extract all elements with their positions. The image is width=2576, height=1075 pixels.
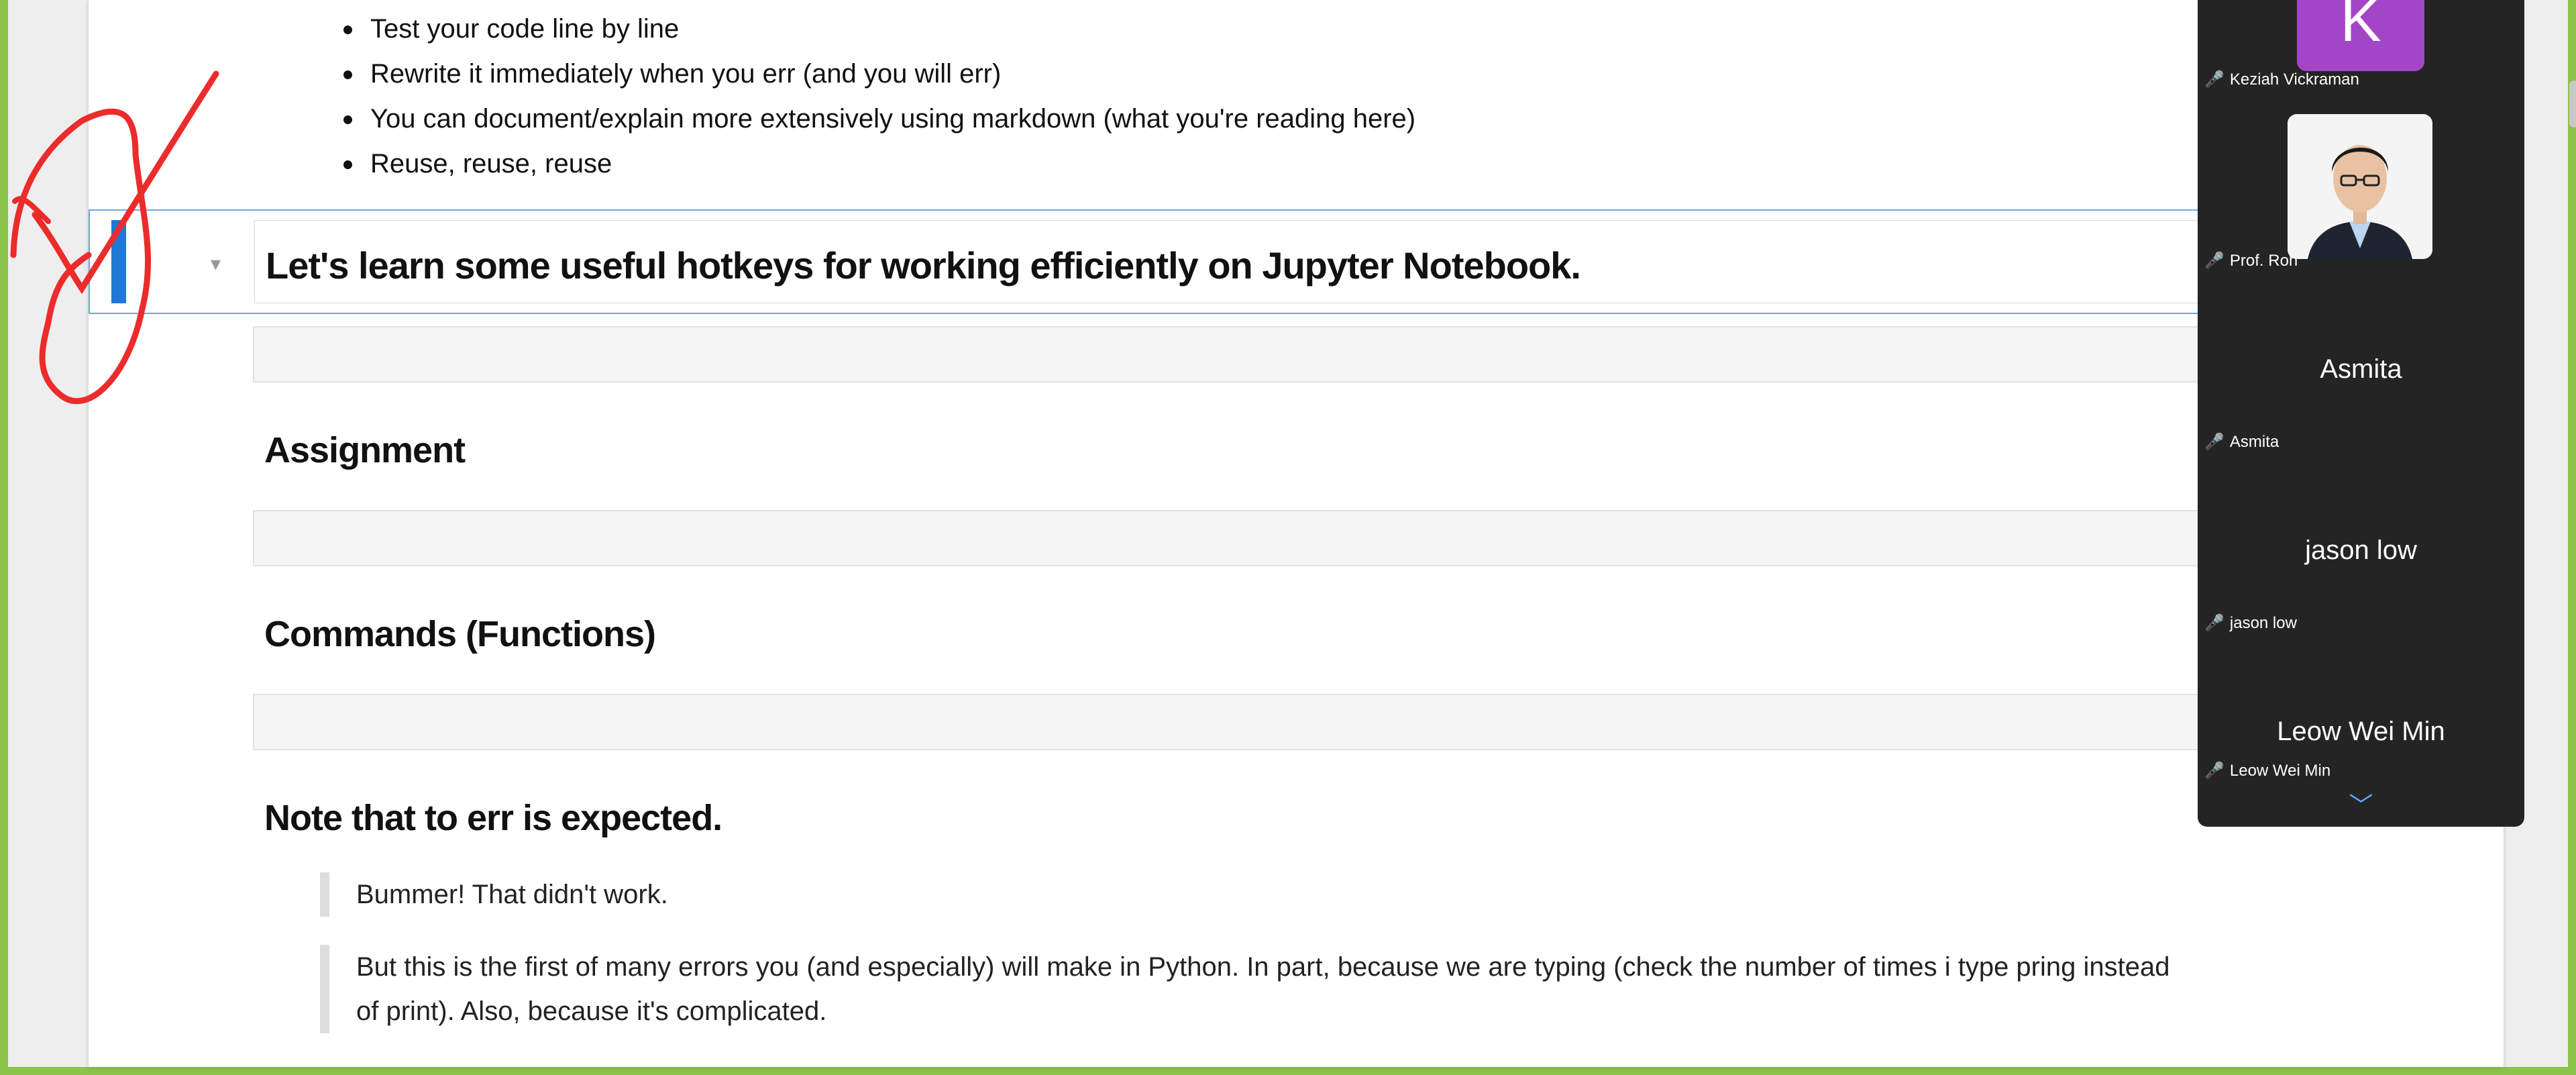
participant-label: 🎤 jason low xyxy=(2204,614,2297,632)
list-item: Test your code line by line xyxy=(343,7,1415,52)
heading-note: Note that to err is expected. xyxy=(264,798,722,838)
bullet-list: Test your code line by line Rewrite it i… xyxy=(343,7,1415,187)
markdown-cell-content[interactable]: Let's learn some useful hotkeys for work… xyxy=(254,220,2468,303)
participant-tile[interactable]: 🎤 Prof. Roh xyxy=(2198,0,2524,270)
participants-panel: K 🎤Keziah Vickraman 🎤Prof. Roh Asmita xyxy=(2198,0,2524,827)
avatar xyxy=(2288,114,2432,259)
window-frame: Test your code line by line Rewrite it i… xyxy=(8,0,2576,1067)
blockquote: But this is the first of many errors you… xyxy=(320,945,2169,1033)
quote-text: But this is the first of many errors you… xyxy=(356,952,2170,982)
muted-mic-icon: 🎤 xyxy=(2204,252,2224,270)
heading-commands: Commands (Functions) xyxy=(264,614,656,654)
participant-label: 🎤 Asmita xyxy=(2204,433,2279,451)
code-cell[interactable] xyxy=(253,510,2507,566)
cell-heading: Let's learn some useful hotkeys for work… xyxy=(266,244,1581,287)
participant-label: 🎤 Leow Wei Min xyxy=(2204,762,2331,780)
quote-text: of print). Also, because it's complicate… xyxy=(356,996,827,1026)
participant-display-name: jason low xyxy=(2305,535,2417,565)
participant-photo xyxy=(2288,114,2432,259)
list-item: You can document/explain more extensivel… xyxy=(343,97,1415,142)
chevron-down-icon[interactable]: ﹀ xyxy=(2198,786,2524,821)
muted-mic-icon: 🎤 xyxy=(2204,614,2224,632)
heading-assignment: Assignment xyxy=(264,430,466,470)
list-item: Reuse, reuse, reuse xyxy=(343,142,1415,187)
code-cell[interactable] xyxy=(253,694,2507,750)
annotation-scribble xyxy=(10,70,219,405)
participant-display-name: Asmita xyxy=(2320,354,2402,384)
blockquote: Bummer! That didn't work. xyxy=(320,872,668,917)
participant-label: 🎤 Prof. Roh xyxy=(2204,252,2298,270)
selected-markdown-cell[interactable]: ▾ Let's learn some useful hotkeys for wo… xyxy=(89,209,2477,314)
participant-display-name: Leow Wei Min xyxy=(2277,717,2445,746)
participant-tile[interactable]: jason low 🎤 jason low xyxy=(2198,476,2524,658)
notebook-page: Test your code line by line Rewrite it i… xyxy=(89,0,2507,1067)
scrollbar[interactable] xyxy=(2569,81,2576,127)
participant-tile[interactable]: Asmita 🎤 Asmita xyxy=(2198,295,2524,476)
quote-text: Bummer! That didn't work. xyxy=(356,880,668,909)
muted-mic-icon: 🎤 xyxy=(2204,433,2224,451)
muted-mic-icon: 🎤 xyxy=(2204,762,2224,780)
code-cell[interactable] xyxy=(253,326,2507,382)
list-item: Rewrite it immediately when you err (and… xyxy=(343,52,1415,97)
